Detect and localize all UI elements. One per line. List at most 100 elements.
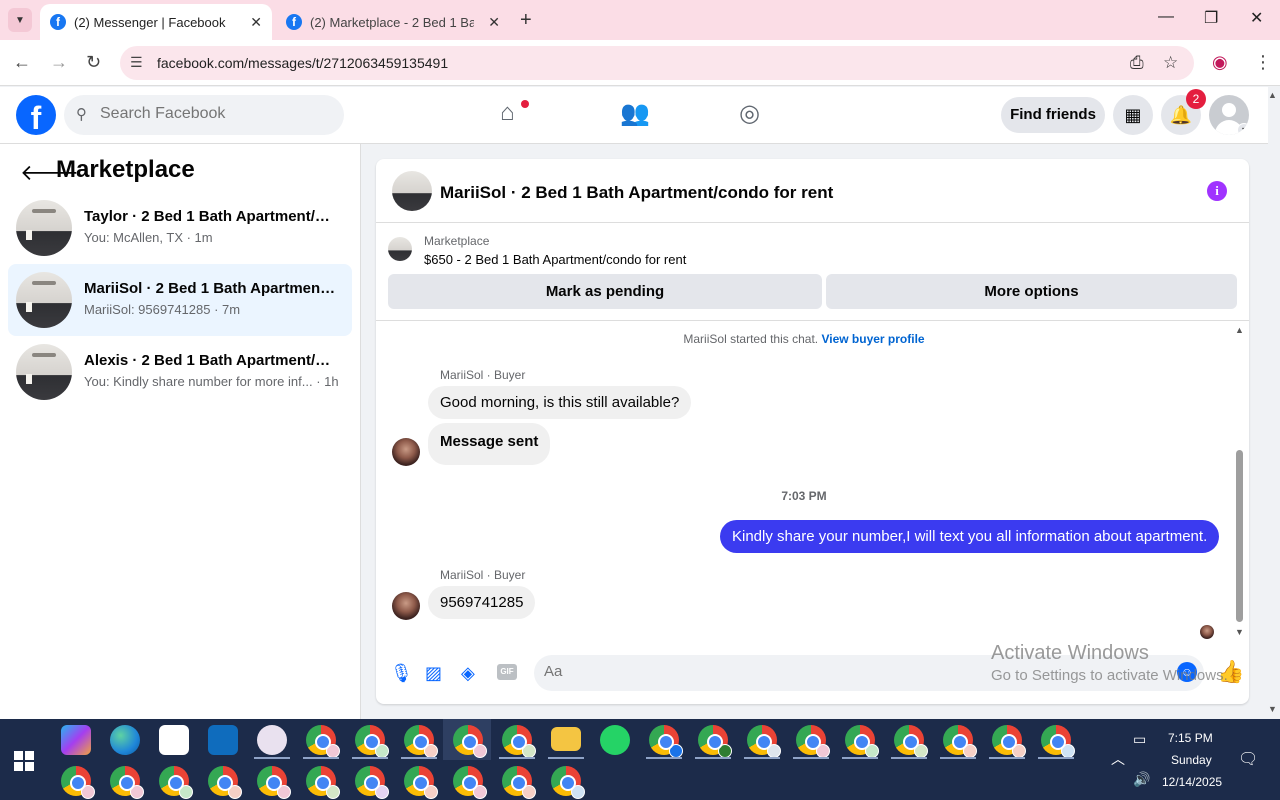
chrome-icon[interactable]	[992, 725, 1026, 758]
chrome-icon[interactable]	[796, 725, 830, 758]
conversation-item[interactable]: Alexis · 2 Bed 1 Bath Apartment/condo fo…	[8, 336, 352, 408]
kebab-menu-icon[interactable]: ⋮	[1254, 52, 1272, 73]
windows-start-icon[interactable]	[14, 751, 34, 771]
install-app-icon[interactable]: ⎙	[1130, 53, 1144, 73]
chrome-icon[interactable]	[845, 725, 879, 758]
back-arrow-icon[interactable]: ←	[13, 52, 31, 73]
scroll-up-arrow[interactable]: ▲	[1235, 325, 1244, 335]
url-text[interactable]: facebook.com/messages/t/2712063459135491	[157, 55, 448, 71]
chrome-icon[interactable]	[404, 766, 438, 799]
listing-thumbnail[interactable]	[388, 237, 412, 261]
gif-icon[interactable]: GIF	[497, 664, 517, 680]
chrome-icon[interactable]	[453, 766, 487, 799]
notification-center-icon[interactable]: 🗨	[1238, 749, 1258, 769]
chrome-icon[interactable]	[502, 725, 536, 758]
running-indicator	[548, 757, 584, 759]
chrome-icon[interactable]	[502, 766, 536, 799]
clock-date[interactable]: 12/14/2025	[1162, 775, 1222, 789]
chrome-icon[interactable]	[355, 766, 389, 799]
chrome-icon[interactable]	[943, 725, 977, 758]
facebook-logo[interactable]: f	[16, 95, 56, 136]
scroll-down-arrow[interactable]: ▼	[1235, 627, 1244, 637]
conversation-item[interactable]: Taylor · 2 Bed 1 Bath Apartment/condo fo…	[8, 192, 352, 264]
mark-as-pending-button[interactable]: Mark as pending	[388, 274, 822, 309]
volume-icon[interactable]: 🔊	[1133, 771, 1150, 788]
photo-icon[interactable]: ▨	[425, 663, 442, 684]
incoming-message[interactable]: Message sent	[428, 423, 551, 465]
outlook-icon[interactable]	[208, 725, 238, 755]
find-friends-button[interactable]: Find friends	[1001, 97, 1105, 133]
app-icon[interactable]	[257, 725, 287, 755]
minimize-button[interactable]: —	[1158, 8, 1174, 26]
chrome-icon[interactable]	[208, 766, 242, 799]
menu-grid-icon[interactable]: ▦	[1113, 95, 1153, 135]
page-scroll-up-arrow[interactable]: ▲	[1268, 90, 1277, 100]
window-close-button[interactable]: ✕	[1250, 8, 1263, 28]
bookmark-star-icon[interactable]: ☆	[1163, 53, 1178, 73]
network-icon[interactable]: ▭	[1133, 731, 1146, 748]
chrome-icon[interactable]	[404, 725, 438, 758]
chat-title[interactable]: MariiSol · 2 Bed 1 Bath Apartment/condo …	[440, 183, 833, 203]
view-buyer-profile-link[interactable]: View buyer profile	[821, 332, 924, 346]
running-indicator	[303, 757, 339, 759]
chrome-icon[interactable]	[747, 725, 781, 758]
sticker-icon[interactable]: ◈	[461, 663, 475, 684]
store-icon[interactable]	[159, 725, 189, 755]
forward-arrow-icon[interactable]: →	[50, 52, 68, 73]
reload-icon[interactable]: ↻	[86, 52, 101, 73]
new-tab-button[interactable]: +	[520, 8, 532, 32]
info-icon[interactable]: i	[1207, 181, 1227, 201]
tab-marketplace[interactable]: f (2) Marketplace - 2 Bed 1 Bath Apartme…	[276, 4, 510, 40]
outgoing-message[interactable]: Kindly share your number,I will text you…	[720, 520, 1220, 553]
running-indicator	[254, 757, 290, 759]
chrome-icon[interactable]	[61, 766, 95, 799]
file-explorer-icon[interactable]	[551, 727, 581, 751]
restore-button[interactable]: ❐	[1204, 8, 1218, 28]
home-icon[interactable]: ⌂	[500, 99, 515, 127]
listing-description[interactable]: $650 - 2 Bed 1 Bath Apartment/condo for …	[424, 252, 686, 267]
running-indicator	[989, 757, 1025, 759]
site-info-icon[interactable]: ☰	[130, 54, 143, 71]
chrome-icon[interactable]	[649, 725, 683, 758]
microphone-icon[interactable]: 🎙	[390, 663, 413, 684]
close-icon[interactable]: ✕	[250, 14, 262, 31]
conversation-item-active[interactable]: MariiSol · 2 Bed 1 Bath Apartment/condo …	[8, 264, 352, 336]
chrome-icon[interactable]	[110, 766, 144, 799]
buyer-avatar[interactable]	[392, 438, 420, 466]
groups-icon[interactable]: ◎	[739, 99, 760, 128]
page-scroll-down-arrow[interactable]: ▼	[1268, 704, 1277, 714]
chrome-icon[interactable]	[551, 766, 585, 799]
friends-icon[interactable]: 👥	[620, 99, 650, 128]
running-indicator	[499, 757, 535, 759]
chrome-icon[interactable]	[453, 725, 487, 758]
account-avatar[interactable]: ▾	[1209, 95, 1249, 135]
whatsapp-icon[interactable]	[600, 725, 630, 755]
incoming-message[interactable]: 9569741285	[428, 586, 536, 619]
more-options-button[interactable]: More options	[826, 274, 1237, 309]
chrome-icon[interactable]	[257, 766, 291, 799]
profile-icon[interactable]: ◉	[1212, 52, 1228, 73]
chrome-icon[interactable]	[1041, 725, 1075, 758]
chrome-icon[interactable]	[306, 766, 340, 799]
seen-avatar	[1200, 625, 1214, 639]
url-omnibox[interactable]: ☰ facebook.com/messages/t/27120634591354…	[120, 46, 1194, 80]
tab-messenger[interactable]: f (2) Messenger | Facebook ✕	[40, 4, 272, 40]
chrome-icon[interactable]	[306, 725, 340, 758]
copilot-icon[interactable]	[61, 725, 91, 755]
chrome-icon[interactable]	[159, 766, 193, 799]
edge-icon[interactable]	[110, 725, 140, 755]
listing-thumbnail[interactable]	[392, 171, 432, 211]
chrome-icon[interactable]	[698, 725, 732, 758]
chrome-icon[interactable]	[355, 725, 389, 758]
thread-scrollbar[interactable]	[1236, 450, 1243, 622]
facebook-search[interactable]: ⚲	[64, 95, 344, 135]
chevron-up-icon[interactable]: ︿	[1111, 749, 1125, 769]
clock-day[interactable]: Sunday	[1171, 753, 1212, 767]
tab-search-button[interactable]: ▼	[8, 8, 32, 32]
clock-time[interactable]: 7:15 PM	[1168, 731, 1213, 745]
buyer-avatar[interactable]	[392, 592, 420, 620]
close-icon[interactable]: ✕	[488, 14, 500, 31]
incoming-message[interactable]: Good morning, is this still available?	[428, 386, 692, 419]
search-input[interactable]	[100, 105, 330, 123]
chrome-icon[interactable]	[894, 725, 928, 758]
